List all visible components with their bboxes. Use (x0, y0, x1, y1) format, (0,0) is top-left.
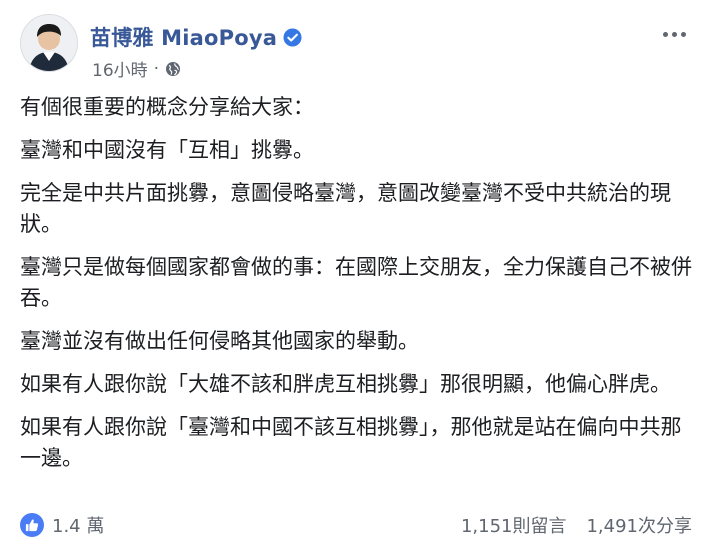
post-paragraph: 如果有人跟你說「臺灣和中國不該互相挑釁」，那他就是站在偏向中共那一邊。 (20, 415, 682, 470)
reactions-summary[interactable]: 1.4 萬 (20, 512, 104, 538)
post-paragraph: 臺灣和中國沒有「互相」挑釁。 (20, 138, 314, 162)
author-avatar[interactable] (20, 14, 78, 72)
post-header: 苗博雅 MiaoPoya 16小時 · (18, 12, 691, 82)
post-meta: 16小時 · (92, 56, 181, 81)
comment-count-link[interactable]: 1,151則留言 (461, 512, 567, 538)
globe-icon[interactable] (165, 61, 181, 77)
post-paragraph: 有個很重要的概念分享給大家： (20, 95, 314, 119)
post-paragraph: 臺灣並沒有做出任何侵略其他國家的舉動。 (20, 329, 419, 353)
author-name[interactable]: 苗博雅 MiaoPoya (90, 22, 277, 52)
post-footer: 1.4 萬 1,151則留言 1,491次分享 (20, 508, 692, 542)
post-body: 有個很重要的概念分享給大家： 臺灣和中國沒有「互相」挑釁。 完全是中共片面挑釁，… (20, 92, 700, 486)
verified-badge-icon (283, 27, 302, 47)
share-count-link[interactable]: 1,491次分享 (586, 512, 692, 538)
more-options-icon[interactable] (657, 22, 691, 46)
engagement-stats: 1,151則留言 1,491次分享 (461, 512, 692, 538)
more-dot (680, 31, 686, 37)
post-timestamp[interactable]: 16小時 (92, 56, 148, 81)
avatar-image (21, 15, 77, 71)
like-thumb-icon (20, 513, 44, 537)
author-row: 苗博雅 MiaoPoya (90, 22, 302, 52)
meta-separator: · (153, 58, 160, 79)
more-dot (671, 31, 677, 37)
post-paragraph: 臺灣只是做每個國家都會做的事：在國際上交朋友，全力保護自己不被併吞。 (20, 255, 692, 310)
post-paragraph: 完全是中共片面挑釁，意圖侵略臺灣，意圖改變臺灣不受中共統治的現狀。 (20, 181, 671, 236)
more-dot (662, 31, 668, 37)
reaction-count: 1.4 萬 (52, 516, 105, 537)
post-paragraph: 如果有人跟你說「大雄不該和胖虎互相挑釁」那很明顯，他偏心胖虎。 (20, 372, 671, 396)
